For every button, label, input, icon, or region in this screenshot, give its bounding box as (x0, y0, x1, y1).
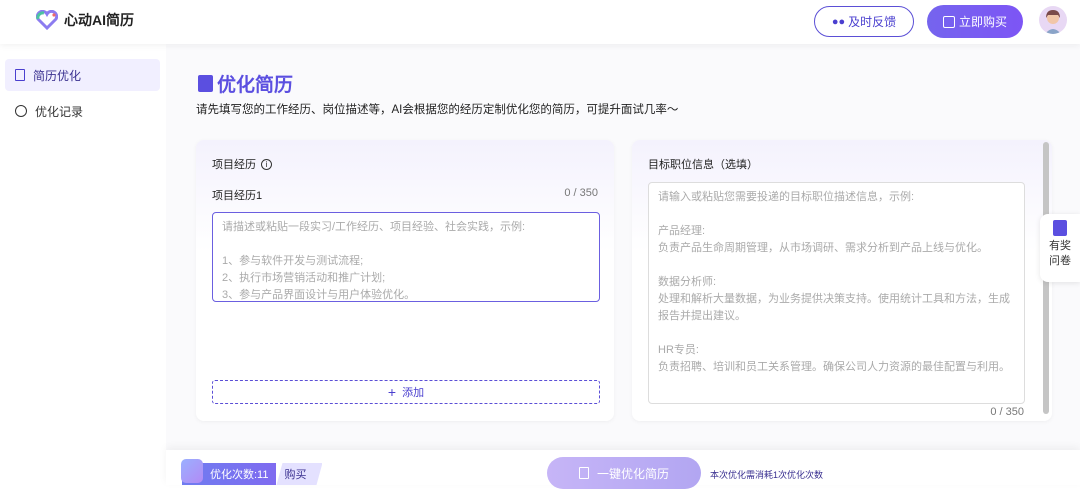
page-subtitle: 请先填写您的工作经历、岗位描述等，AI会根据您的经历定制优化您的简历，可提升面试… (196, 104, 679, 116)
star-badge-icon (181, 459, 203, 483)
survey-button[interactable]: 有奖 问卷 (1040, 214, 1080, 282)
page-title-text: 优化简历 (217, 75, 294, 96)
buy-now-button[interactable]: 立即购买 (927, 5, 1023, 38)
wechat-icon: ●● (831, 15, 846, 28)
project-card: 项目经历 i 项目经历1 0 / 350 请描述或粘贴一段实习/工作经历、项目经… (196, 140, 614, 421)
target-char-count: 0 / 350 (990, 406, 1024, 418)
target-section-title: 目标职位信息（选填） (648, 159, 758, 171)
project-char-count: 0 / 350 (564, 187, 598, 199)
target-job-card: 目标职位信息（选填） 请输入或粘贴您需要投递的目标职位描述信息，示例: 产品经理… (632, 140, 1052, 421)
footer-bar: 优化次数:11 购买 一键优化简历 本次优化需消耗1次优化次数 (166, 450, 1080, 489)
sidebar: 简历优化 优化记录 (0, 44, 166, 485)
project-textarea[interactable]: 请描述或粘贴一段实习/工作经历、项目经验、社会实践，示例: 1、参与软件开发与测… (212, 212, 600, 302)
project-title-text: 项目经历 (212, 159, 256, 171)
add-project-button[interactable]: + 添加 (212, 380, 600, 404)
shop-icon (942, 15, 955, 28)
resume-icon (578, 467, 589, 479)
optimize-label: 一键优化简历 (596, 466, 669, 481)
add-label: 添加 (402, 387, 425, 399)
logo[interactable]: 心动AI简历 (36, 10, 134, 30)
plus-icon: + (387, 384, 397, 400)
buy-now-label: 立即购买 (958, 15, 1007, 29)
document-icon (15, 69, 25, 81)
one-click-optimize-button[interactable]: 一键优化简历 (547, 457, 701, 489)
project-item-label: 项目经历1 (212, 190, 263, 202)
resume-icon (198, 75, 213, 92)
avatar[interactable] (1039, 6, 1067, 34)
heart-logo-icon (36, 10, 58, 30)
buy-times-button[interactable]: 购买 (276, 463, 322, 485)
feedback-label: 及时反馈 (848, 15, 897, 29)
sidebar-item-label: 简历优化 (33, 68, 82, 83)
survey-icon (1053, 220, 1067, 236)
header: 心动AI简历 ●● 及时反馈 立即购买 (0, 0, 1080, 44)
page-title: 优化简历 (198, 70, 293, 97)
survey-label: 有奖 (1049, 240, 1071, 252)
cost-tip: 本次优化需消耗1次优化次数 (710, 470, 824, 480)
optimize-times: 优化次数:11 购买 (182, 463, 322, 485)
project-section-title: 项目经历 i (212, 156, 272, 172)
target-textarea[interactable]: 请输入或粘贴您需要投递的目标职位描述信息，示例: 产品经理: 负责产品生命周期管… (648, 182, 1025, 404)
survey-label: 问卷 (1049, 255, 1071, 267)
info-icon[interactable]: i (261, 158, 272, 170)
feedback-button[interactable]: ●● 及时反馈 (814, 6, 914, 37)
sidebar-item-history[interactable]: 优化记录 (5, 95, 160, 127)
coin-icon (15, 105, 27, 117)
sidebar-item-resume-optimize[interactable]: 简历优化 (5, 59, 160, 91)
sidebar-item-label: 优化记录 (35, 104, 84, 119)
main-content: 优化简历 请先填写您的工作经历、岗位描述等，AI会根据您的经历定制优化您的简历，… (166, 44, 1080, 485)
app-name: 心动AI简历 (64, 12, 134, 28)
